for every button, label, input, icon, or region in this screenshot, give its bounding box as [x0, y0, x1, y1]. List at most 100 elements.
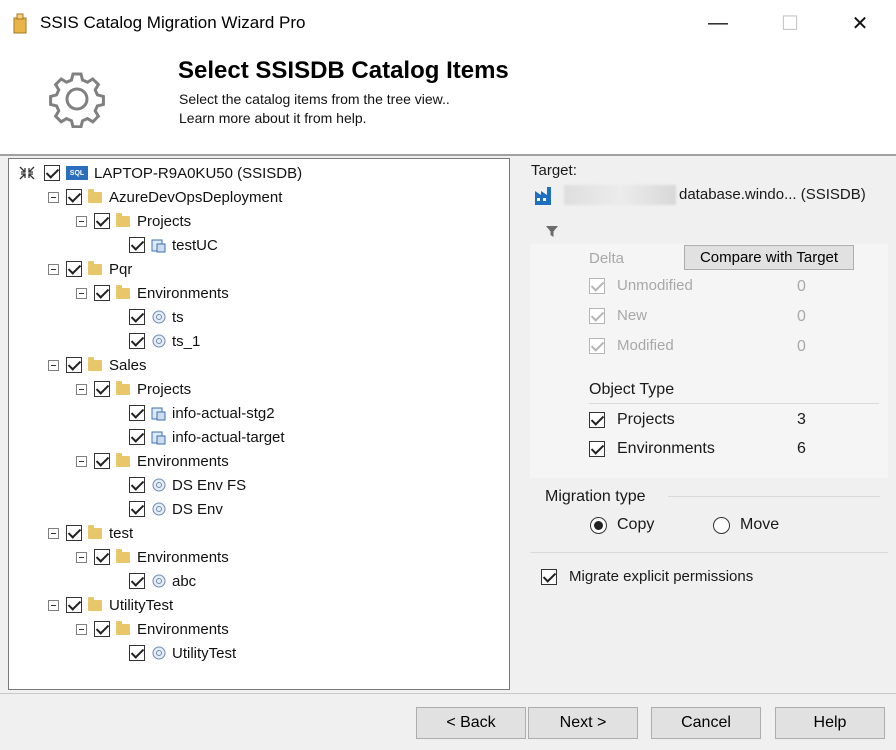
- compare-with-target-button[interactable]: Compare with Target: [684, 245, 854, 270]
- folder-icon: [88, 524, 102, 539]
- tree-label: test: [109, 524, 134, 542]
- project-icon: [151, 239, 166, 253]
- tree-item-folder[interactable]: Projects: [76, 378, 191, 400]
- collapse-toggle[interactable]: [76, 287, 87, 299]
- folder-icon: [88, 188, 102, 203]
- tree-label: LAPTOP-R9A0KU50 (SSISDB): [94, 164, 303, 182]
- tree-item-folder[interactable]: Pqr: [48, 258, 132, 280]
- tree-label: DS Env: [172, 500, 223, 518]
- checkbox[interactable]: [94, 621, 110, 637]
- checkbox[interactable]: [129, 237, 145, 253]
- tree-item-environment[interactable]: DS Env FS: [129, 474, 246, 496]
- checkbox[interactable]: [541, 568, 557, 585]
- copy-radio[interactable]: Copy: [590, 516, 654, 534]
- checkbox[interactable]: [94, 285, 110, 301]
- environment-icon: [152, 502, 166, 516]
- tree-item-folder[interactable]: test: [48, 522, 133, 544]
- checkbox[interactable]: [94, 453, 110, 469]
- tree-item-folder[interactable]: Environments: [76, 618, 229, 640]
- checkbox[interactable]: [94, 213, 110, 229]
- radio-button[interactable]: [590, 516, 607, 534]
- tree-item-project[interactable]: testUC: [129, 234, 218, 256]
- minimize-button[interactable]: —: [695, 8, 741, 38]
- new-label: New: [617, 307, 648, 324]
- migrate-permissions-option[interactable]: Migrate explicit permissions: [541, 568, 753, 585]
- project-icon: [151, 431, 166, 445]
- tree-label: UtilityTest: [172, 644, 237, 662]
- checkbox[interactable]: [129, 333, 145, 349]
- tree-item-environment[interactable]: ts_1: [129, 330, 200, 352]
- checkbox[interactable]: [66, 261, 82, 277]
- tree-label: Projects: [137, 212, 192, 230]
- next-button[interactable]: Next >: [528, 707, 638, 739]
- folder-icon: [116, 212, 130, 227]
- radio-button[interactable]: [713, 516, 730, 534]
- collapse-toggle[interactable]: [76, 551, 87, 563]
- checkbox[interactable]: [94, 549, 110, 565]
- environments-option[interactable]: Environments: [589, 440, 715, 458]
- checkbox[interactable]: [129, 573, 145, 589]
- checkbox[interactable]: [129, 501, 145, 517]
- subtitle-line-1: Select the catalog items from the tree v…: [179, 91, 450, 107]
- tree-item-folder[interactable]: Sales: [48, 354, 147, 376]
- folder-icon: [116, 452, 130, 467]
- tree-item-folder[interactable]: AzureDevOpsDeployment: [48, 186, 282, 208]
- tree-item-folder[interactable]: Projects: [76, 210, 191, 232]
- checkbox[interactable]: [589, 441, 605, 457]
- tree-label: Environments: [137, 284, 229, 302]
- collapse-toggle[interactable]: [48, 599, 59, 611]
- tree-label: Projects: [137, 380, 192, 398]
- catalog-tree[interactable]: SQL LAPTOP-R9A0KU50 (SSISDB) AzureDevOps…: [8, 158, 510, 690]
- collapse-toggle[interactable]: [76, 383, 87, 395]
- tree-item-project[interactable]: info-actual-stg2: [129, 402, 275, 424]
- checkbox[interactable]: [66, 525, 82, 541]
- project-icon: [151, 407, 166, 421]
- checkbox[interactable]: [44, 165, 60, 181]
- collapse-toggle[interactable]: [48, 527, 59, 539]
- checkbox[interactable]: [129, 309, 145, 325]
- checkbox[interactable]: [94, 381, 110, 397]
- tree-item-project[interactable]: info-actual-target: [129, 426, 285, 448]
- tree-item-environment[interactable]: UtilityTest: [129, 642, 236, 664]
- collapse-toggle[interactable]: [48, 263, 59, 275]
- collapse-toggle[interactable]: [48, 359, 59, 371]
- collapse-toggle[interactable]: [76, 455, 87, 467]
- tree-item-environment[interactable]: DS Env: [129, 498, 223, 520]
- checkbox[interactable]: [589, 412, 605, 428]
- tree-label: Environments: [137, 452, 229, 470]
- checkbox[interactable]: [129, 429, 145, 445]
- help-link[interactable]: Learn more about it from help.: [179, 109, 450, 128]
- page-title: Select SSISDB Catalog Items: [178, 57, 509, 84]
- tree-item-folder[interactable]: Environments: [76, 546, 229, 568]
- new-count: 0: [797, 308, 806, 325]
- collapse-toggle[interactable]: [76, 623, 87, 635]
- close-button[interactable]: ✕: [837, 8, 883, 38]
- back-button[interactable]: < Back: [416, 707, 526, 739]
- move-radio[interactable]: Move: [713, 516, 779, 534]
- tree-item-folder[interactable]: Environments: [76, 282, 229, 304]
- checkbox[interactable]: [129, 477, 145, 493]
- collapse-all-icon[interactable]: [18, 165, 36, 181]
- checkbox[interactable]: [129, 405, 145, 421]
- collapse-toggle[interactable]: [76, 215, 87, 227]
- projects-option[interactable]: Projects: [589, 411, 675, 429]
- tree-label: Pqr: [109, 260, 133, 278]
- cancel-button[interactable]: Cancel: [651, 707, 761, 739]
- checkbox[interactable]: [129, 645, 145, 661]
- tree-item-folder[interactable]: UtilityTest: [48, 594, 173, 616]
- copy-label: Copy: [617, 516, 655, 533]
- modified-option: Modified: [589, 337, 674, 354]
- tree-item-environment[interactable]: abc: [129, 570, 196, 592]
- help-button[interactable]: Help: [775, 707, 885, 739]
- collapse-toggle[interactable]: [48, 191, 59, 203]
- filter-icon[interactable]: [545, 224, 559, 238]
- tree-item-environment[interactable]: ts: [129, 306, 184, 328]
- checkbox[interactable]: [66, 597, 82, 613]
- tree-root[interactable]: SQL LAPTOP-R9A0KU50 (SSISDB): [18, 162, 302, 184]
- folder-icon: [116, 380, 130, 395]
- checkbox[interactable]: [66, 357, 82, 373]
- folder-icon: [116, 548, 130, 563]
- checkbox[interactable]: [66, 189, 82, 205]
- footer-separator: [0, 693, 896, 694]
- tree-item-folder[interactable]: Environments: [76, 450, 229, 472]
